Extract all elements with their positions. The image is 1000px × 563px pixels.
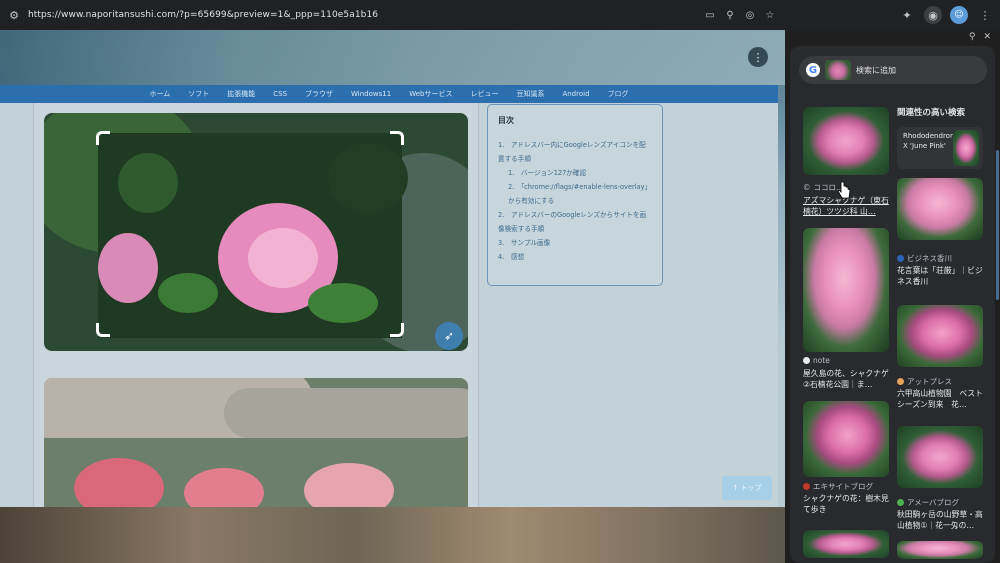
selection-thumbnail [825,60,851,80]
google-logo-icon: G [806,63,820,77]
google-lens-icon[interactable]: ◎ [743,8,757,22]
related-searches-title: 関連性の高い検索 [897,108,966,118]
copyright-icon: © [803,183,811,192]
side-panel-lens-icon[interactable]: ◉ [924,6,942,24]
address-bar: ⚙ https://www.naporitansushi.com/?p=6569… [0,0,785,30]
side-panel-header: ⚲ ✕ [785,30,1000,44]
add-to-search-label: 検索に追加 [856,65,896,75]
nav-item[interactable]: ソフト [188,89,209,99]
result-image[interactable] [803,107,889,175]
nav-item[interactable]: 豆知識系 [516,89,544,99]
ameba-blog-icon [897,499,904,506]
add-to-search-box[interactable]: G 検索に追加 [799,56,987,84]
lens-selection-area[interactable] [98,133,408,338]
result-source: ビジネス香川 [897,253,952,264]
result-caption[interactable]: 屋久島の花、シャクナゲ②石楠花公園｜ま… [803,368,891,390]
toolbar-right: ✦ ◉ ☺ ⋮ [785,0,1000,30]
profile-avatar-icon[interactable]: ☺ [950,6,968,24]
result-image[interactable] [803,530,889,558]
nav-item[interactable]: Windows11 [351,90,391,98]
footer-blurred [0,507,785,563]
nav-item[interactable]: レビュー [470,89,498,99]
result-source: エキサイトブログ [803,481,873,492]
url-field[interactable]: https://www.naporitansushi.com/?p=65699&… [24,10,703,20]
result-image[interactable] [803,401,889,477]
back-to-top-button[interactable]: ↑ トップ [722,476,772,500]
result-image[interactable] [897,178,983,240]
article-image-amaryllis[interactable] [44,378,468,518]
result-caption[interactable]: 六甲高山植物園 ベストシーズン到来 花… [897,388,985,410]
site-nav: ホーム ソフト 拡張機能 CSS ブラウザ Windows11 Webサービス … [0,85,778,103]
extensions-icon[interactable]: ✦ [898,6,916,24]
toc-item[interactable]: 1. バージョン127か確認 [498,166,652,180]
translate-fab-icon[interactable]: ➶ [435,322,463,350]
toc-item[interactable]: 3. サンプル画像 [498,236,652,250]
result-image[interactable] [803,228,889,352]
selection-corner[interactable] [96,323,110,337]
result-source: note [803,356,830,365]
related-chip-label: Rhododendron X 'June Pink' [903,132,955,150]
bookmark-star-icon[interactable]: ☆ [763,8,777,22]
excite-blog-icon [803,483,810,490]
result-source: アメーバブログ [897,497,959,508]
result-image[interactable] [897,426,983,488]
result-image[interactable] [897,305,983,367]
business-kagawa-icon [897,255,904,262]
zoom-icon[interactable]: ⚲ [723,8,737,22]
toc-item[interactable]: 4. 感想 [498,250,652,264]
nav-item[interactable]: CSS [273,90,287,98]
pin-icon[interactable]: ⚲ [969,32,976,42]
result-caption[interactable]: シャクナゲの花：樹木見て歩き [803,493,891,515]
article-image-rhododendron[interactable] [44,113,468,351]
nav-item[interactable]: ブラウザ [305,89,333,99]
selection-corner[interactable] [390,323,404,337]
result-source: アットプレス [897,376,952,387]
toc-item[interactable]: 2. アドレスバーのGoogleレンズからサイトを画像検索する手順 [498,208,652,236]
result-caption[interactable]: 花言葉は「荘厳」｜ビジネス香川 [897,265,985,287]
nav-item[interactable]: ブログ [608,89,629,99]
atpress-icon [897,378,904,385]
more-options-icon[interactable]: ⋮ [748,47,768,67]
selection-corner[interactable] [390,131,404,145]
site-info-icon[interactable]: ⚙ [4,5,24,25]
toc-item[interactable]: 2. 「chrome://flags/#enable-lens-overlay」… [498,180,652,208]
address-bar-actions: ▭ ⚲ ◎ ☆ [703,8,777,22]
panel-scrollbar[interactable] [996,150,999,300]
selection-corner[interactable] [96,131,110,145]
hand-cursor-icon [838,181,850,199]
result-caption[interactable]: 秋田駒ヶ岳の山野草・高山植物①｜花一匁の… [897,509,985,531]
nav-item[interactable]: 拡張機能 [227,89,255,99]
related-chip-image [953,130,979,166]
toc-item[interactable]: 1. アドレスバー内にGoogleレンズアイコンを配置する手順 [498,138,652,166]
nav-item[interactable]: Webサービス [409,89,452,99]
nav-item[interactable]: ホーム [149,89,170,99]
header-blurred [0,30,785,85]
result-image[interactable] [897,541,983,559]
toc-title: 目次 [498,116,514,125]
screen: ⚙ https://www.naporitansushi.com/?p=6569… [0,0,1000,563]
cast-icon[interactable]: ▭ [703,8,717,22]
related-search-chip[interactable]: Rhododendron X 'June Pink' [897,127,983,169]
note-logo-icon [803,357,810,364]
nav-item[interactable]: Android [562,90,589,98]
chrome-menu-icon[interactable]: ⋮ [976,6,994,24]
close-icon[interactable]: ✕ [983,32,991,42]
table-of-contents: 目次 1. アドレスバー内にGoogleレンズアイコンを配置する手順 1. バー… [487,104,663,286]
